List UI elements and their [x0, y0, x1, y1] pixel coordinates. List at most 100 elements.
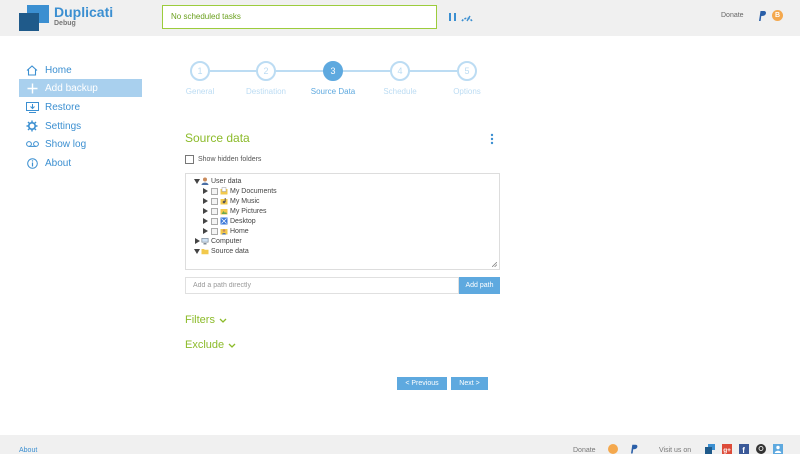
collapse-arrow-icon[interactable] — [201, 187, 209, 195]
tree-checkbox[interactable] — [211, 207, 218, 215]
tree-node-source-data[interactable]: Source data — [193, 246, 249, 256]
chevron-down-icon — [219, 318, 227, 323]
footer-duplicati-icon[interactable] — [705, 444, 715, 454]
sidebar-item-home[interactable]: Home — [19, 61, 142, 79]
collapse-arrow-icon[interactable] — [201, 207, 209, 215]
show-hidden-checkbox[interactable] — [185, 155, 194, 164]
info-icon — [19, 157, 45, 169]
computer-icon — [201, 238, 209, 245]
wizard-step-label-schedule[interactable]: Schedule — [365, 87, 435, 96]
next-button[interactable]: Next > — [451, 377, 488, 390]
pictures-icon — [220, 209, 228, 215]
gear-icon — [19, 120, 45, 132]
documents-icon — [220, 187, 228, 195]
previous-button[interactable]: < Previous — [397, 377, 447, 390]
wizard-step-5[interactable]: 5 — [457, 61, 477, 81]
path-input[interactable] — [185, 277, 459, 294]
filters-toggle[interactable]: Filters — [185, 314, 227, 326]
collapse-arrow-icon[interactable] — [201, 227, 209, 235]
tree-checkbox[interactable] — [211, 197, 218, 205]
tree-node-label: Computer — [211, 237, 242, 245]
footer-about-link[interactable]: About — [19, 447, 37, 454]
wizard-step-label-options[interactable]: Options — [432, 87, 502, 96]
tree-node-label: Desktop — [230, 217, 256, 225]
sidebar-item-label: Settings — [45, 120, 82, 132]
expand-arrow-icon[interactable] — [193, 177, 201, 185]
wizard-step-label-general[interactable]: General — [165, 87, 235, 96]
wizard-step-label-source-data[interactable]: Source Data — [298, 87, 368, 96]
user-icon — [201, 177, 209, 185]
sidebar-item-label: Restore — [45, 101, 81, 113]
show-hidden-folders-toggle[interactable]: Show hidden folders — [185, 155, 261, 164]
tree-node-label: Source data — [211, 247, 249, 255]
show-hidden-label: Show hidden folders — [198, 156, 262, 163]
home-folder-icon — [220, 229, 228, 235]
footer-bitcoin-icon[interactable] — [608, 444, 618, 454]
folder-icon — [201, 249, 209, 255]
collapse-arrow-icon[interactable] — [193, 237, 201, 245]
section-title: Source data — [185, 131, 250, 145]
sidebar-item-add-backup[interactable]: Add backup — [19, 79, 142, 97]
status-text: No scheduled tasks — [171, 12, 241, 21]
user-forum-icon[interactable] — [773, 444, 783, 454]
expand-arrow-icon[interactable] — [193, 247, 201, 255]
sidebar-item-settings[interactable]: Settings — [19, 117, 142, 135]
resize-grip-icon[interactable] — [492, 262, 497, 267]
sidebar-item-show-log[interactable]: Show log — [19, 135, 142, 153]
tree-node-my-documents[interactable]: My Documents — [201, 186, 277, 196]
collapse-arrow-icon[interactable] — [201, 217, 209, 225]
tree-node-my-music[interactable]: My Music — [201, 196, 260, 206]
tree-node-user-data[interactable]: User data — [193, 176, 241, 186]
tree-checkbox[interactable] — [211, 227, 218, 235]
chevron-down-icon — [228, 343, 236, 348]
wizard-step-4[interactable]: 4 — [390, 61, 410, 81]
music-icon — [220, 198, 228, 205]
restore-icon — [19, 101, 45, 113]
tree-node-label: My Pictures — [230, 207, 267, 215]
paypal-icon[interactable] — [757, 10, 767, 22]
sidebar-item-label: Show log — [45, 138, 87, 150]
svg-text:g+: g+ — [723, 447, 731, 454]
log-icon — [19, 140, 45, 148]
sidebar-item-restore[interactable]: Restore — [19, 98, 142, 116]
tree-node-computer[interactable]: Computer — [193, 236, 242, 246]
tree-node-label: User data — [211, 177, 242, 185]
collapse-arrow-icon[interactable] — [201, 197, 209, 205]
throttle-icon[interactable] — [460, 11, 474, 23]
tree-checkbox[interactable] — [211, 187, 218, 195]
wizard-step-1[interactable]: 1 — [190, 61, 210, 81]
plus-icon — [19, 83, 45, 94]
footer-visit-label: Visit us on — [659, 447, 692, 454]
footer-donate-link[interactable]: Donate — [573, 447, 596, 454]
sidebar-item-about[interactable]: About — [19, 154, 142, 172]
exclude-toggle[interactable]: Exclude — [185, 339, 236, 351]
folder-tree[interactable]: User data My Documents My Music My Pictu… — [185, 173, 500, 270]
home-icon — [19, 64, 45, 76]
exclude-label: Exclude — [185, 339, 225, 351]
svg-text:f: f — [742, 446, 745, 454]
github-icon[interactable] — [756, 444, 766, 454]
tree-node-desktop[interactable]: Desktop — [201, 216, 256, 226]
tree-checkbox[interactable] — [211, 217, 218, 225]
add-path-button[interactable]: Add path — [459, 277, 500, 294]
footer-paypal-icon[interactable] — [629, 444, 639, 454]
wizard-step-label-destination[interactable]: Destination — [231, 87, 301, 96]
more-options-icon[interactable] — [489, 133, 495, 145]
wizard-step-3[interactable]: 3 — [323, 61, 343, 81]
app-title: Duplicati — [54, 4, 114, 20]
tree-node-label: Home — [230, 227, 249, 235]
filters-label: Filters — [185, 314, 215, 326]
duplicati-logo-icon — [19, 5, 49, 31]
sidebar-item-label: Home — [45, 64, 72, 76]
tree-node-my-pictures[interactable]: My Pictures — [201, 206, 267, 216]
pause-icon[interactable] — [448, 12, 457, 22]
facebook-icon[interactable]: f — [739, 444, 749, 454]
wizard-step-2[interactable]: 2 — [256, 61, 276, 81]
status-bar: No scheduled tasks — [162, 5, 437, 29]
bitcoin-icon[interactable]: B — [772, 10, 783, 21]
google-plus-icon[interactable]: g+ — [722, 444, 732, 454]
tree-node-home[interactable]: Home — [201, 226, 249, 236]
tree-node-label: My Music — [230, 197, 260, 205]
donate-link[interactable]: Donate — [721, 12, 744, 19]
desktop-icon — [220, 217, 228, 225]
